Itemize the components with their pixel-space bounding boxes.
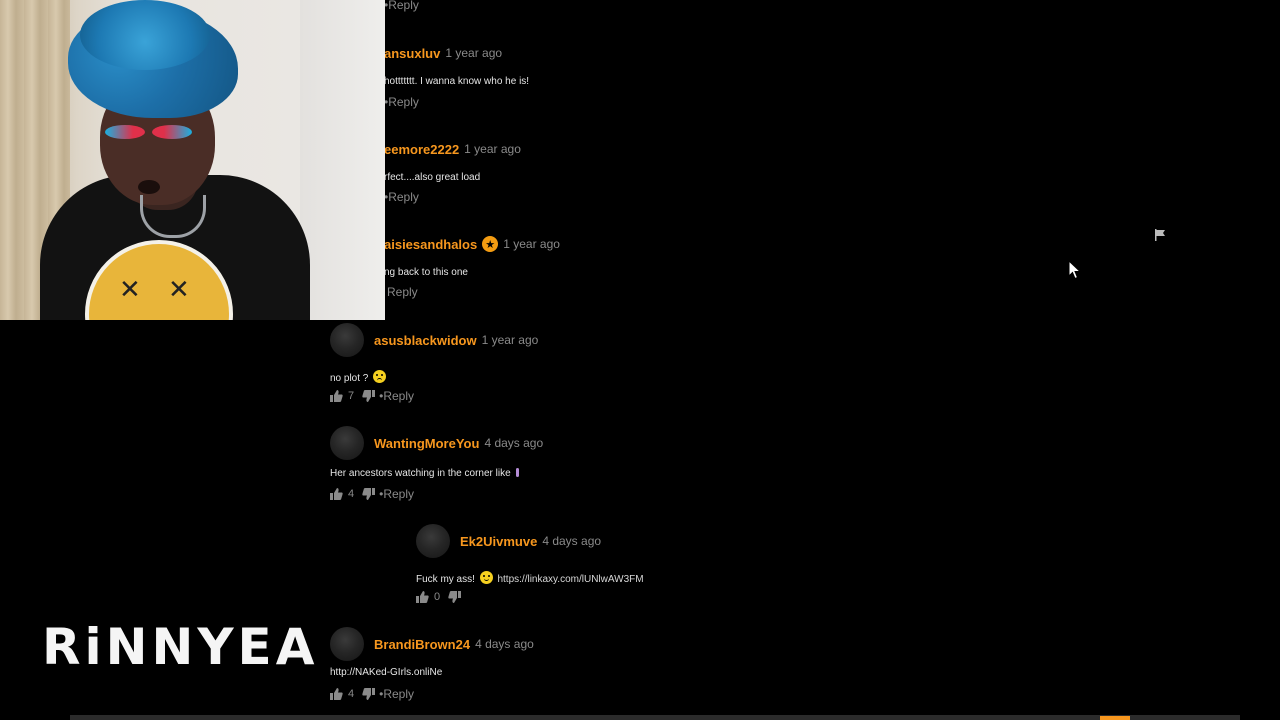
like-count: 0 — [434, 591, 441, 603]
comment-text-row: Her ancestors watching in the corner lik… — [330, 468, 520, 479]
thumbs-down-icon[interactable] — [362, 688, 376, 700]
comment-timestamp: 1 year ago — [464, 142, 521, 156]
comment-username[interactable]: eemore2222 — [384, 142, 459, 157]
webcam-eye-makeup-left — [105, 125, 145, 139]
flag-icon[interactable] — [1154, 228, 1166, 241]
thumbs-up-icon[interactable] — [330, 390, 343, 402]
reply-link[interactable]: Reply — [387, 285, 418, 299]
webcam-person-mouth — [138, 180, 160, 194]
thumbs-up-icon[interactable] — [330, 688, 343, 700]
webcam-person-hair-top — [80, 0, 210, 70]
comment-header: BrandiBrown24 4 days ago — [330, 626, 534, 662]
comment-header: WantingMoreYou 4 days ago — [330, 425, 543, 461]
comment-username[interactable]: Ek2Uivmuve — [460, 534, 537, 549]
comment-timestamp: 4 days ago — [542, 534, 602, 548]
bottom-bar-accent — [1100, 716, 1130, 720]
avatar[interactable] — [330, 323, 364, 357]
webcam-door — [300, 0, 385, 320]
reply-link[interactable]: Reply — [383, 687, 414, 701]
thumbs-down-icon[interactable] — [448, 591, 462, 603]
comment-text: Her ancestors watching in the corner lik… — [330, 468, 511, 479]
comment-actions: • Reply — [384, 190, 419, 204]
webcam-overlay — [0, 0, 385, 320]
smile-emoji-icon — [479, 571, 493, 584]
comment-text: hottttttt. I wanna know who he is! — [384, 76, 530, 87]
comment-timestamp: 4 days ago — [475, 637, 534, 651]
comment-header: asusblackwidow 1 year ago — [330, 322, 538, 358]
comment-timestamp: 1 year ago — [503, 237, 560, 251]
comment-actions: Reply — [384, 285, 418, 299]
comment-text[interactable]: http://NAKed-GIrls.onliNe — [330, 667, 442, 678]
comment-username[interactable]: aisiesandhalos — [384, 237, 477, 252]
comment-username[interactable]: WantingMoreYou — [374, 436, 479, 451]
channel-watermark: RiNNYEA — [42, 618, 319, 676]
thumbs-up-icon[interactable] — [416, 591, 429, 603]
reply-link[interactable]: Reply — [388, 95, 419, 109]
comment-actions: • Reply — [384, 0, 419, 12]
person-emoji-icon — [516, 468, 520, 477]
comment-header: ansuxluv 1 year ago — [384, 35, 502, 71]
avatar[interactable] — [330, 426, 364, 460]
webcam-eye-makeup-right — [152, 125, 192, 139]
comment-actions: • Reply — [384, 95, 419, 109]
comment-text: no plot ? — [330, 373, 369, 384]
comment-text-row: no plot ? — [330, 370, 388, 384]
reply-link[interactable]: Reply — [388, 190, 419, 204]
comment-header: Ek2Uivmuve 4 days ago — [416, 523, 601, 559]
like-count: 7 — [348, 390, 355, 402]
comment-actions: 4 • Reply — [330, 487, 414, 501]
thumbs-down-icon[interactable] — [362, 488, 376, 500]
thumbs-down-icon[interactable] — [362, 390, 376, 402]
comment-link[interactable]: https://linkaxy.com/lUNlwAW3FM — [497, 574, 643, 585]
avatar[interactable] — [416, 524, 450, 558]
bottom-scroll-bar — [70, 715, 1240, 720]
comment-header: aisiesandhalos ★ 1 year ago — [384, 226, 560, 262]
thumbs-up-icon[interactable] — [330, 488, 343, 500]
comment-timestamp: 4 days ago — [484, 436, 544, 450]
comment-username[interactable]: asusblackwidow — [374, 333, 477, 348]
star-badge-icon: ★ — [482, 236, 499, 252]
comment-actions: 7 • Reply — [330, 389, 414, 403]
avatar[interactable] — [330, 627, 364, 661]
comment-timestamp: 1 year ago — [481, 333, 539, 347]
reply-link[interactable]: Reply — [388, 0, 419, 12]
video-frame: • Reply ansuxluv 1 year ago hottttttt. I… — [0, 0, 1280, 720]
like-count: 4 — [348, 688, 355, 700]
comment-username[interactable]: BrandiBrown24 — [374, 637, 470, 652]
comment-actions: 4 • Reply — [330, 687, 414, 701]
reply-link[interactable]: Reply — [383, 487, 414, 501]
comment-actions: 0 — [416, 591, 462, 603]
comment-username[interactable]: ansuxluv — [384, 46, 440, 61]
sad-emoji-icon — [373, 370, 387, 383]
reply-link[interactable]: Reply — [383, 389, 414, 403]
comment-text-row: Fuck my ass! https://linkaxy.com/lUNlwAW… — [416, 571, 644, 585]
comment-text: ng back to this one — [384, 267, 468, 278]
mouse-cursor-icon — [1068, 259, 1082, 280]
comment-text: Fuck my ass! — [416, 574, 475, 585]
comment-header: eemore2222 1 year ago — [384, 131, 521, 167]
comment-timestamp: 1 year ago — [445, 46, 503, 60]
comment-text: rfect....also great load — [384, 172, 481, 183]
like-count: 4 — [348, 488, 355, 500]
